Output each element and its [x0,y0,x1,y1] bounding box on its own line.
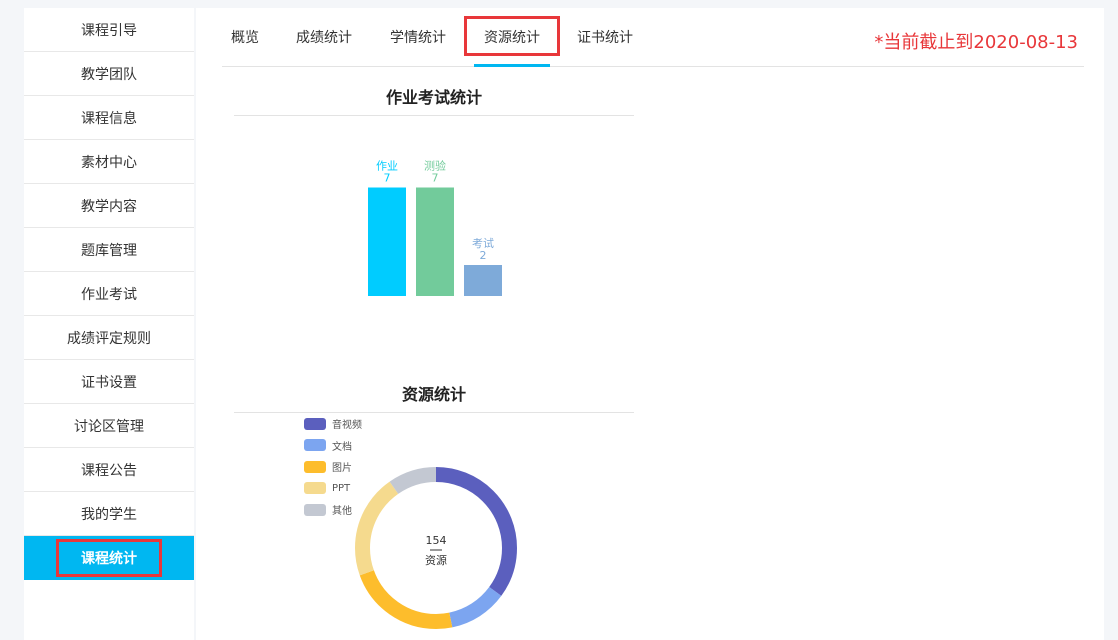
donut-center-value: 154 [426,534,447,547]
sidebar-item-label: 成绩评定规则 [67,330,151,347]
tab-certificate-statistics[interactable]: 证书统计 [577,8,633,66]
sidebar-item-label: 证书设置 [81,374,137,391]
cutoff-date-notice: *当前截止到2020-08-13 [874,32,1078,53]
legend-swatch [304,439,326,452]
sidebar-item-course-guide[interactable]: 课程引导 [24,8,194,52]
legend-item-video[interactable]: 音视频 [304,413,362,435]
tab-label: 证书统计 [577,30,633,46]
sidebar-item-homework-exam[interactable]: 作业考试 [24,272,194,316]
sidebar-item-label: 素材中心 [81,154,137,171]
sidebar-item-announcements[interactable]: 课程公告 [24,448,194,492]
sidebar: 课程引导 教学团队 课程信息 素材中心 教学内容 题库管理 作业考试 成绩评定规… [24,8,194,640]
legend-label: 文档 [332,441,352,453]
bar-value-label: 7 [432,172,439,185]
main-panel: 概览 成绩统计 学情统计 资源统计 证书统计 *当前截止到2020-08-13 … [196,8,1104,640]
bar-3 [464,265,502,296]
sidebar-item-teaching-content[interactable]: 教学内容 [24,184,194,228]
legend-swatch [304,417,326,430]
sidebar-item-label: 讨论区管理 [74,418,144,435]
tab-overview[interactable]: 概览 [231,8,259,66]
homework-exam-bar-chart: 作业7测验7考试2 [368,159,502,296]
donut-center-label: 资源 [425,553,447,567]
resource-chart-title: 资源统计 [401,385,466,404]
sidebar-item-forum-management[interactable]: 讨论区管理 [24,404,194,448]
tab-grade-statistics[interactable]: 成绩统计 [296,8,352,66]
sidebar-item-label: 课程公告 [81,462,137,479]
bar-1 [368,187,406,296]
sidebar-item-certificate-settings[interactable]: 证书设置 [24,360,194,404]
sidebar-item-label: 课程引导 [81,22,137,39]
section-divider [234,412,634,413]
legend-item-document[interactable]: 文档 [304,435,362,457]
tab-label: 概览 [231,30,259,46]
legend-swatch [304,482,326,495]
sidebar-item-label: 题库管理 [81,242,137,259]
bar-2 [416,187,454,296]
legend-swatch [304,460,326,473]
bar-category-label: 测验 [424,159,446,173]
sidebar-item-question-bank[interactable]: 题库管理 [24,228,194,272]
sidebar-item-label: 课程统计 [56,539,162,577]
bar-value-label: 7 [384,172,391,185]
sidebar-item-label: 课程信息 [81,110,137,127]
sidebar-item-teaching-team[interactable]: 教学团队 [24,52,194,96]
tab-learning-statistics[interactable]: 学情统计 [390,8,446,66]
sidebar-item-material-center[interactable]: 素材中心 [24,140,194,184]
tab-label: 学情统计 [390,30,446,46]
tab-label: 成绩统计 [296,30,352,46]
homework-exam-chart-title: 作业考试统计 [385,88,482,107]
sidebar-item-course-info[interactable]: 课程信息 [24,96,194,140]
sidebar-item-my-students[interactable]: 我的学生 [24,492,194,536]
sidebar-item-label: 我的学生 [81,506,137,523]
sidebar-item-label: 作业考试 [81,286,137,303]
tab-label: 资源统计 [484,30,540,46]
legend-swatch [304,503,326,516]
sidebar-item-course-statistics[interactable]: 课程统计 [24,536,194,580]
tab-resource-statistics[interactable]: 资源统计 [474,8,550,67]
legend-label: 音视频 [332,420,362,432]
sidebar-item-label: 教学团队 [81,66,137,83]
resource-donut-chart: 154 资源 [355,467,517,629]
sidebar-item-grading-rules[interactable]: 成绩评定规则 [24,316,194,360]
sidebar-item-label: 教学内容 [81,198,137,215]
bar-value-label: 2 [480,249,487,262]
